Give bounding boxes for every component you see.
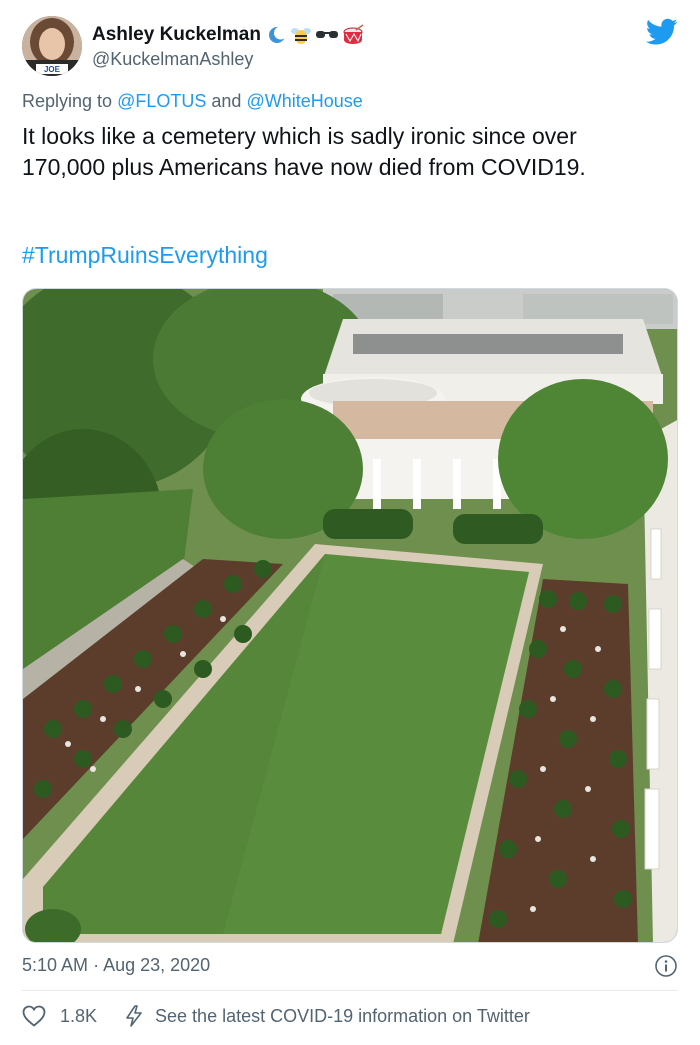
tweet-timestamp[interactable]: 5:10 AM · Aug 23, 2020 bbox=[22, 955, 210, 976]
like-count[interactable]: 1.8K bbox=[60, 1006, 97, 1027]
author-display-name[interactable]: Ashley Kuckelman bbox=[92, 24, 261, 46]
heart-icon[interactable] bbox=[22, 1005, 46, 1027]
tweet-time: 5:10 AM bbox=[22, 955, 89, 975]
tweet-text: It looks like a cemetery which is sadly … bbox=[22, 123, 586, 180]
mention-flotus[interactable]: @FLOTUS bbox=[117, 91, 206, 111]
tweet-header: JOE Ashley Kuckelman @KuckelmanAshley bbox=[22, 14, 678, 80]
info-icon[interactable] bbox=[654, 954, 678, 978]
avatar[interactable]: JOE bbox=[22, 16, 82, 76]
crescent-moon-icon bbox=[268, 26, 287, 43]
twitter-bird-icon[interactable] bbox=[646, 18, 678, 46]
divider bbox=[22, 990, 678, 991]
hashtag-link[interactable]: #TrumpRuinsEverything bbox=[22, 242, 268, 269]
tweet-actions: 1.8K See the latest COVID-19 information… bbox=[22, 1005, 530, 1027]
author-handle[interactable]: @KuckelmanAshley bbox=[92, 49, 253, 70]
reply-joiner: and bbox=[211, 91, 242, 111]
sunglasses-icon bbox=[315, 31, 338, 38]
covid-info-link[interactable]: See the latest COVID-19 information on T… bbox=[125, 1005, 530, 1027]
timestamp-separator: · bbox=[93, 955, 100, 975]
mention-whitehouse[interactable]: @WhiteHouse bbox=[246, 91, 362, 111]
reply-context: Replying to @FLOTUS and @WhiteHouse bbox=[22, 91, 363, 112]
reply-prefix: Replying to bbox=[22, 91, 113, 111]
drum-icon bbox=[343, 24, 364, 44]
rose-garden-photo[interactable] bbox=[22, 288, 678, 943]
covid-info-text: See the latest COVID-19 information on T… bbox=[155, 1005, 530, 1026]
tweet-date: Aug 23, 2020 bbox=[103, 955, 211, 975]
lightning-icon bbox=[126, 1005, 142, 1027]
bee-icon bbox=[290, 28, 311, 44]
avatar-badge-text: JOE bbox=[44, 65, 61, 74]
name-emojis bbox=[267, 24, 364, 46]
